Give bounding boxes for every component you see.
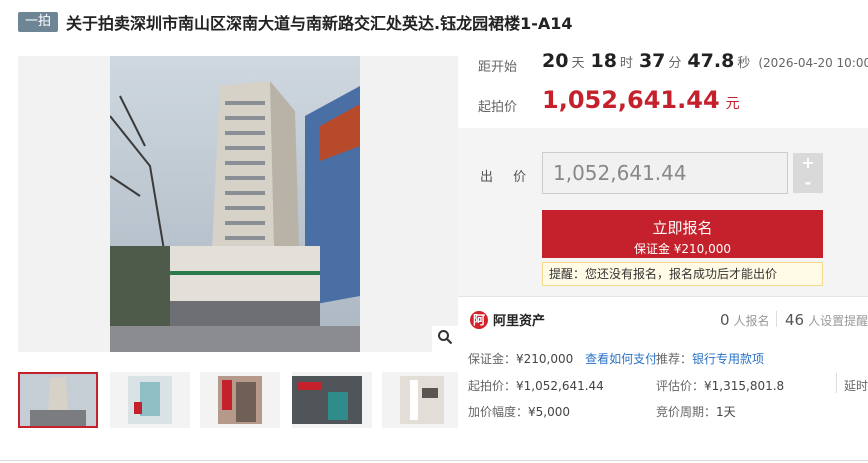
increment-label: 加价幅度： <box>468 405 529 419</box>
delay-label: 延时 <box>844 379 868 393</box>
zoom-button[interactable] <box>432 326 458 352</box>
countdown-hours-unit: 时 <box>619 56 633 71</box>
register-button-deposit: 保证金 ¥210,000 <box>633 242 732 256</box>
magnifier-icon <box>437 329 453 349</box>
info-start-price-value: ¥1,052,641.44 <box>516 379 604 393</box>
cycle-label: 竞价周期： <box>656 405 717 419</box>
page-bottom-border <box>0 460 868 461</box>
thumbnail-2[interactable] <box>110 372 190 428</box>
countdown-label: 距开始 <box>478 60 518 75</box>
register-now-button[interactable]: 立即报名 保证金 ¥210,000 <box>542 210 823 258</box>
appraisal-label: 评估价： <box>656 379 705 393</box>
applicants-count: 0 人报名 <box>720 311 770 329</box>
registration-reminder: 提醒：您还没有报名，报名成功后才能出价 <box>542 262 823 286</box>
start-price-value: 1,052,641.44 <box>542 86 720 114</box>
page-title: 关于拍卖深圳市南山区深南大道与南新路交汇处英达.钰龙园裙楼1-A14 <box>66 14 573 33</box>
register-button-label: 立即报名 <box>652 219 713 237</box>
start-price-unit: 元 <box>725 96 740 112</box>
reminders-count: 46 人设置提醒 <box>785 311 868 329</box>
auction-page: 一拍 关于拍卖深圳市南山区深南大道与南新路交汇处英达.钰龙园裙楼1-A14 距开… <box>0 0 868 463</box>
reminders-number: 46 <box>785 311 805 329</box>
cycle-value: 1天 <box>716 405 736 419</box>
appraisal-value: ¥1,315,801.8 <box>704 379 785 393</box>
delay-info: 延时 <box>844 377 868 394</box>
page-header: 一拍 关于拍卖深圳市南山区深南大道与南新路交汇处英达.钰龙园裙楼1-A14 <box>0 0 868 44</box>
bid-label: 出 价 <box>480 170 535 185</box>
ali-assets-logo-icon: 阿 <box>470 310 488 329</box>
countdown-timer: 20 天 18 时 37 分 47.8 秒 (2026-04-20 10:00开… <box>542 50 868 72</box>
increment-info: 加价幅度：¥5,000 <box>468 403 570 420</box>
countdown-minutes-unit: 分 <box>668 56 682 71</box>
how-to-pay-link[interactable]: 查看如何支付 <box>585 352 657 366</box>
countdown-seconds-unit: 秒 <box>737 56 751 71</box>
platform-name: 阿里资产 <box>493 314 546 329</box>
start-price: 1,052,641.44 元 <box>542 86 740 114</box>
deposit-info: 保证金：¥210,000 查看如何支付 <box>468 350 657 367</box>
thumbnail-3[interactable] <box>200 372 280 428</box>
bid-increase-button[interactable]: + <box>793 153 823 173</box>
bid-decrease-button[interactable]: - <box>793 173 823 193</box>
applicants-number: 0 <box>720 311 730 329</box>
applicants-label: 人报名 <box>733 314 770 328</box>
countdown-minutes: 37 <box>638 50 666 72</box>
auction-info-panel: 阿 阿里资产 0 人报名 46 人设置提醒 保证金：¥210,000 查看如何支… <box>458 296 868 436</box>
bid-amount-input[interactable]: 1,052,641.44 <box>542 152 788 194</box>
countdown-hours: 18 <box>590 50 617 72</box>
bid-panel: 出 价 1,052,641.44 + - 立即报名 保证金 ¥210,000 提… <box>458 128 868 296</box>
auction-round-tag: 一拍 <box>18 12 58 32</box>
thumbnail-4[interactable] <box>292 372 372 428</box>
auction-timing-panel: 距开始 20 天 18 时 37 分 47.8 秒 (2026-04-20 10… <box>458 40 868 126</box>
recommend-label: 推荐： <box>656 352 693 366</box>
auction-start-time: (2026-04-20 10:00开拍) <box>758 56 868 70</box>
info-divider <box>836 373 837 393</box>
recommend-info: 推荐：银行专用款项 <box>656 350 764 367</box>
countdown-days-unit: 天 <box>571 56 585 71</box>
building-photo <box>110 56 360 352</box>
thumbnail-1[interactable] <box>18 372 98 428</box>
thumbnail-5[interactable] <box>382 372 462 428</box>
bank-funds-link[interactable]: 银行专用款项 <box>692 352 764 366</box>
appraisal-price: 评估价：¥1,315,801.8 <box>656 377 784 394</box>
deposit-value: ¥210,000 <box>516 352 574 366</box>
start-price-label: 起拍价 <box>478 100 518 115</box>
main-image-viewer[interactable] <box>18 56 458 352</box>
info-start-price-label: 起拍价： <box>468 379 517 393</box>
info-start-price: 起拍价：¥1,052,641.44 <box>468 377 604 394</box>
countdown-seconds: 47.8 <box>687 50 735 72</box>
counts-divider <box>776 311 777 327</box>
deposit-label: 保证金： <box>468 352 517 366</box>
platform-brand: 阿 阿里资产 <box>470 310 545 329</box>
thumbnail-strip <box>18 372 462 430</box>
bidding-cycle: 竞价周期：1天 <box>656 403 736 420</box>
countdown-days: 20 <box>542 50 569 72</box>
reminders-label: 人设置提醒 <box>808 314 868 328</box>
increment-value: ¥5,000 <box>528 405 571 419</box>
